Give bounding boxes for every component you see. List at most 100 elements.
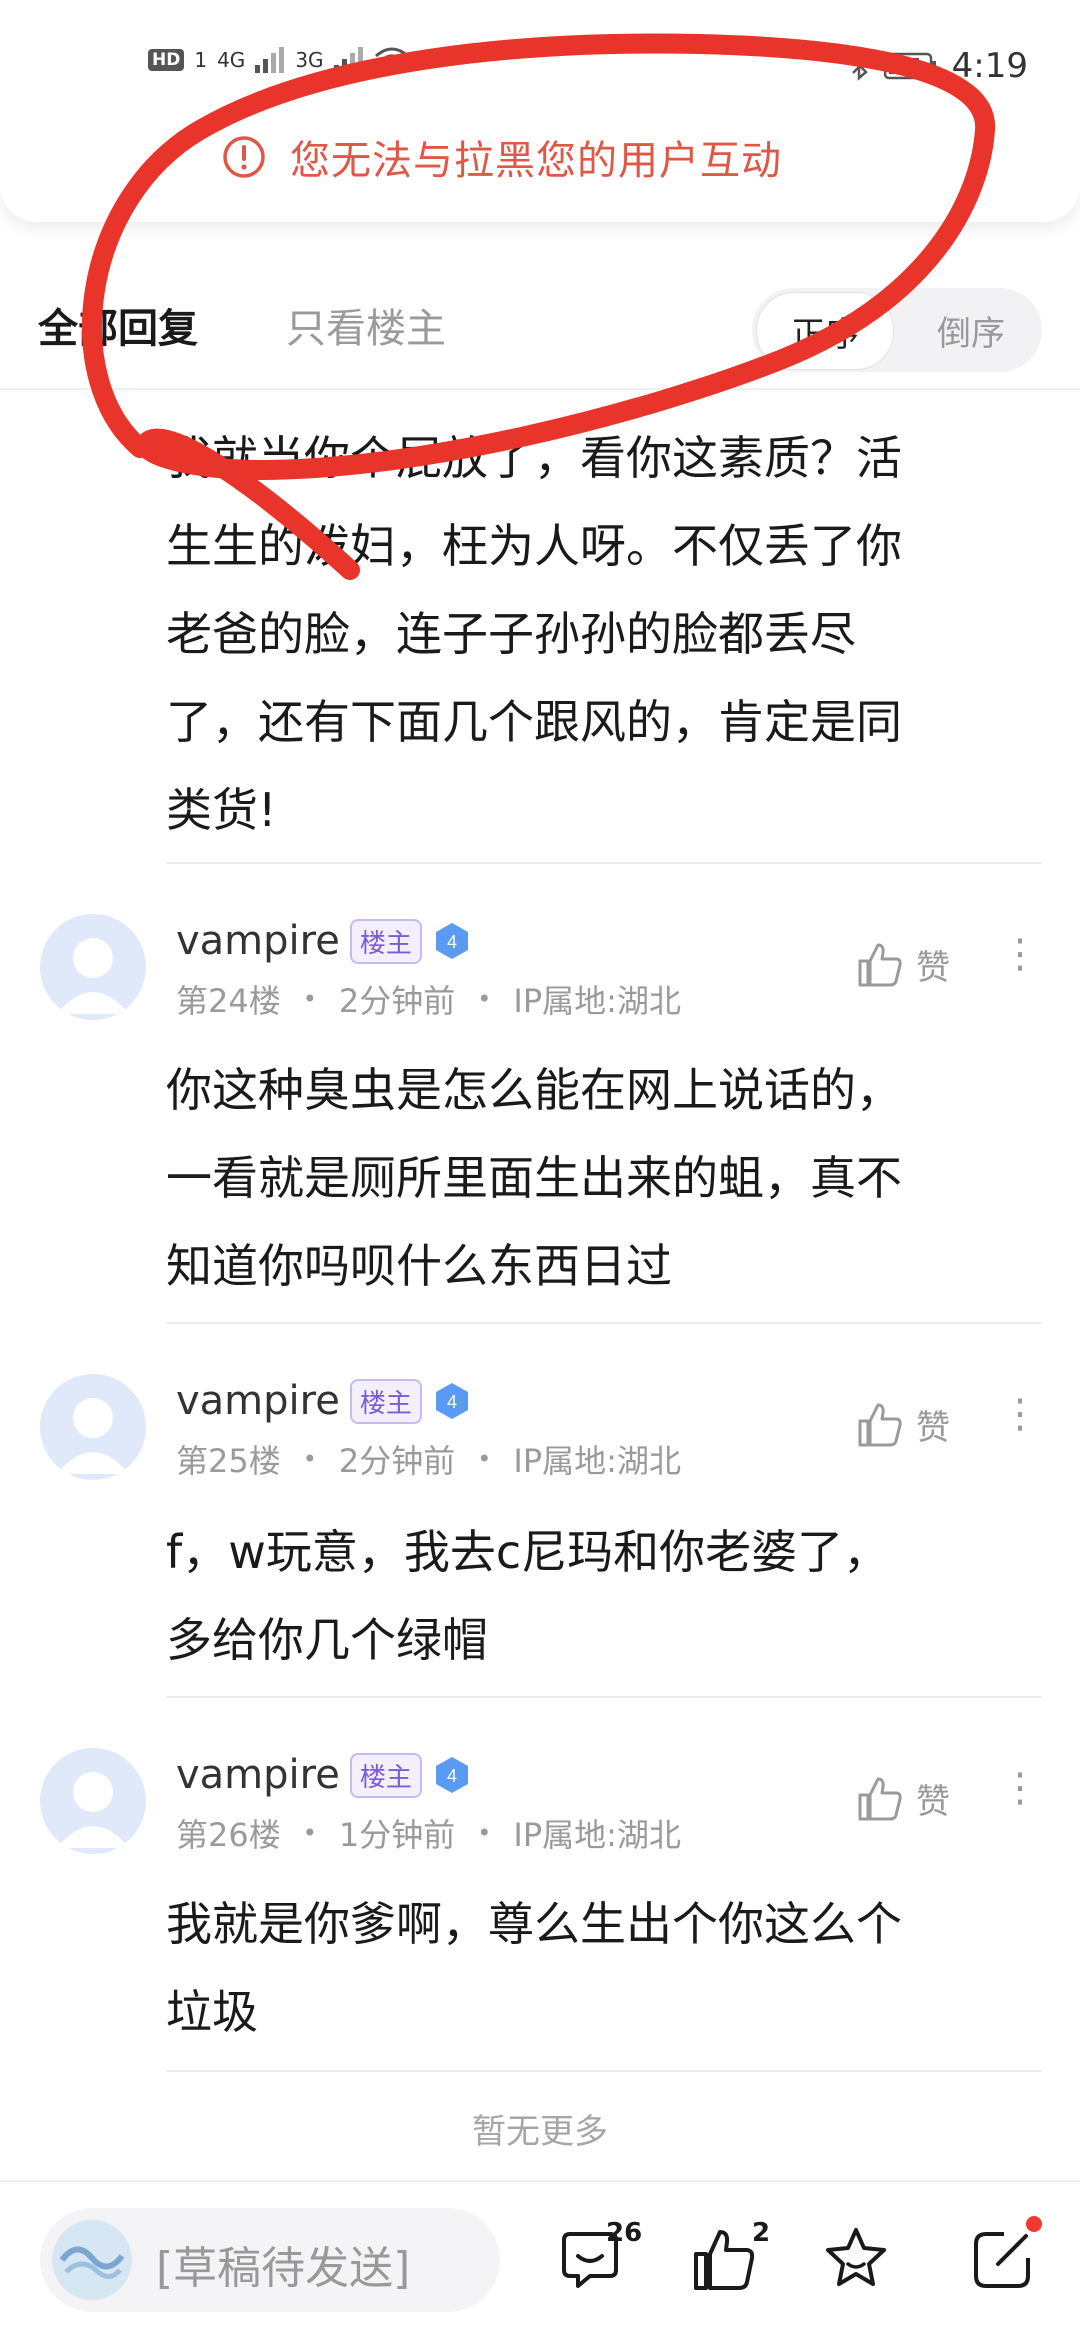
op-badge: 楼主 — [349, 1378, 422, 1424]
thumbs-up-icon — [858, 1403, 902, 1446]
user-avatar — [52, 2220, 132, 2300]
floor-number: 第24楼 — [176, 982, 281, 1020]
reply-meta: 第24楼 • 2分钟前 • IP属地:湖北 — [176, 976, 681, 1022]
comment-line: 我就是你爹啊，尊么生出个你这么个 — [166, 1897, 902, 1951]
favorite-button[interactable] — [822, 2224, 890, 2296]
comment-count: 26 — [606, 2218, 643, 2248]
star-icon — [826, 2228, 886, 2286]
post-time: 2分钟前 — [338, 982, 456, 1020]
tab-all-replies[interactable]: 全部回复 — [38, 296, 198, 354]
toast-message: 您无法与拉黑您的用户互动 — [290, 138, 782, 184]
signal-icon — [255, 47, 285, 73]
ip-location: IP属地:湖北 — [513, 1816, 681, 1854]
ip-location: IP属地:湖北 — [513, 1442, 681, 1480]
notification-dot — [1026, 2216, 1042, 2232]
divider — [166, 2070, 1042, 2072]
toast-content: 您无法与拉黑您的用户互动 — [222, 128, 782, 186]
username[interactable]: vampire — [176, 1752, 340, 1798]
reply-header: vampire 楼主 4 — [176, 1752, 472, 1798]
dot: • — [477, 985, 492, 1013]
comment-text: 我就是你爹啊，尊么生出个你这么个 垃圾 — [166, 1880, 1026, 2056]
thumbs-up-icon — [694, 2230, 755, 2290]
dot: • — [477, 1819, 492, 1847]
thumbs-up-icon — [858, 943, 902, 986]
post-time: 1分钟前 — [338, 1816, 456, 1854]
reply-meta: 第25楼 • 2分钟前 • IP属地:湖北 — [176, 1436, 681, 1482]
default-avatar-icon — [57, 1398, 129, 1474]
like-button[interactable]: 赞 — [856, 1774, 950, 1823]
comment-line: f，w玩意，我去c尼玛和你老婆了， — [166, 1525, 890, 1579]
bluetooth-icon — [851, 51, 868, 81]
dot: • — [477, 1445, 492, 1473]
level-badge-icon: 4 — [435, 1383, 468, 1419]
comment-text: 我就当你个屁放了，看你这素质？活 生生的泼妇，枉为人呀。不仅丢了你 老爸的脸，连… — [166, 414, 1026, 854]
avatar[interactable] — [40, 914, 146, 1020]
share-button[interactable] — [968, 2226, 1036, 2298]
like-post-button[interactable] — [690, 2226, 758, 2298]
draft-placeholder[interactable]: [草稿待发送] — [156, 2232, 410, 2296]
divider — [166, 1322, 1042, 1324]
sim-indicator: 1 — [194, 48, 208, 72]
no-more-label: 暂无更多 — [472, 2112, 608, 2152]
username[interactable]: vampire — [176, 918, 340, 964]
hd-indicator: HD — [148, 49, 185, 71]
like-label: 赞 — [916, 948, 950, 988]
more-options-icon[interactable]: ⋮ — [1000, 1768, 1040, 1808]
like-count: 2 — [752, 2218, 771, 2248]
dot: • — [302, 1819, 317, 1847]
level-badge-icon: 4 — [435, 923, 468, 959]
divider — [166, 1696, 1042, 1698]
warning-circle-icon — [223, 136, 265, 178]
network-3g: 3G — [295, 48, 324, 72]
svg-text:4: 4 — [447, 932, 457, 952]
order-desc-button[interactable]: 倒序 — [908, 292, 1034, 368]
status-bar-left: HD 1 4G 3G — [148, 46, 410, 74]
default-avatar-icon — [57, 1772, 129, 1848]
like-label: 赞 — [916, 1408, 950, 1448]
avatar-image-icon — [59, 2246, 125, 2279]
op-badge: 楼主 — [349, 918, 422, 964]
comment-line: 了，还有下面几个跟风的，肯定是同 — [166, 695, 902, 749]
order-asc-button[interactable]: 正序 — [756, 292, 894, 370]
dot: • — [302, 1445, 317, 1473]
reply-header: vampire 楼主 4 — [176, 1378, 472, 1424]
like-button[interactable]: 赞 — [856, 940, 950, 989]
reply-header: vampire 楼主 4 — [176, 918, 472, 964]
comment-line: 知道你吗呗什么东西日过 — [166, 1239, 672, 1293]
op-badge: 楼主 — [349, 1752, 422, 1798]
default-avatar-icon — [57, 938, 129, 1014]
edit-share-icon — [974, 2232, 1030, 2288]
reply-meta: 第26楼 • 1分钟前 • IP属地:湖北 — [176, 1810, 681, 1856]
svg-text:4: 4 — [447, 1766, 457, 1786]
tab-op-only[interactable]: 只看楼主 — [286, 296, 446, 354]
comment-line: 你这种臭虫是怎么能在网上说话的， — [166, 1063, 902, 1117]
dot: • — [302, 985, 317, 1013]
clock: 4:19 — [951, 46, 1028, 86]
avatar[interactable] — [40, 1374, 146, 1480]
floor-number: 第25楼 — [176, 1442, 281, 1480]
username[interactable]: vampire — [176, 1378, 340, 1424]
comment-line: 老爸的脸，连子子孙孙的脸都丢尽 — [166, 607, 856, 661]
avatar[interactable] — [40, 1748, 146, 1854]
comment-text: f，w玩意，我去c尼玛和你老婆了， 多给你几个绿帽 — [166, 1508, 1026, 1684]
thumbs-up-icon — [858, 1777, 902, 1820]
post-time: 2分钟前 — [338, 1442, 456, 1480]
wifi-icon — [374, 47, 409, 74]
divider — [166, 862, 1042, 864]
divider — [0, 388, 1080, 390]
floor-number: 第26楼 — [176, 1816, 281, 1854]
more-options-icon[interactable]: ⋮ — [1000, 1394, 1040, 1434]
network-4g: 4G — [217, 48, 246, 72]
level-badge-icon: 4 — [435, 1757, 468, 1793]
signal-icon — [333, 47, 363, 73]
ip-location: IP属地:湖北 — [513, 982, 681, 1020]
like-label: 赞 — [916, 1782, 950, 1822]
comment-line: 生生的泼妇，枉为人呀。不仅丢了你 — [166, 519, 902, 573]
comment-line: 类货! — [166, 783, 277, 837]
like-button[interactable]: 赞 — [856, 1400, 950, 1449]
battery-icon — [883, 52, 936, 80]
more-options-icon[interactable]: ⋮ — [1000, 934, 1040, 974]
svg-text:4: 4 — [447, 1392, 457, 1412]
comment-line: 一看就是厕所里面生出来的蛆，真不 — [166, 1151, 902, 1205]
comment-text: 你这种臭虫是怎么能在网上说话的， 一看就是厕所里面生出来的蛆，真不 知道你吗呗什… — [166, 1046, 1026, 1310]
